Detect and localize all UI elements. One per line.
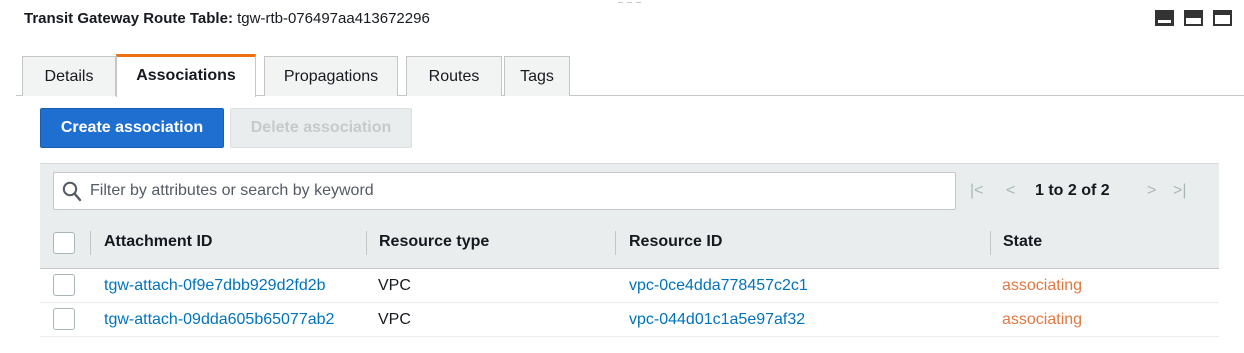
first-page-icon[interactable]: |< (970, 178, 984, 204)
filter-bar: |< < 1 to 2 of 2 > >| (40, 163, 1219, 217)
associations-table: |< < 1 to 2 of 2 > >| Attachment ID Reso… (40, 163, 1219, 337)
resource-type: VPC (378, 311, 411, 328)
layout-top-icon[interactable] (1213, 10, 1232, 26)
create-association-button[interactable]: Create association (40, 108, 224, 148)
resource-id-link[interactable]: vpc-044d01c1a5e97af32 (629, 303, 805, 337)
tab-associations[interactable]: Associations (116, 54, 256, 97)
page-title-label: Transit Gateway Route Table: (24, 10, 233, 27)
delete-association-button: Delete association (230, 108, 412, 148)
search-icon (62, 181, 82, 202)
search-box[interactable] (53, 172, 956, 210)
resize-handle[interactable] (612, 0, 646, 4)
resource-id-link[interactable]: vpc-0ce4dda778457c2c1 (629, 269, 808, 303)
layout-split-icon[interactable] (1184, 10, 1203, 26)
column-header-resource-id[interactable]: Resource ID (629, 217, 722, 269)
row-checkbox[interactable] (53, 274, 75, 296)
table-row[interactable]: tgw-attach-0f9e7dbb929d2fd2b VPC vpc-0ce… (40, 269, 1219, 303)
column-divider (90, 231, 91, 255)
tab-details[interactable]: Details (22, 56, 116, 96)
next-page-icon[interactable]: > (1147, 178, 1156, 204)
column-divider (990, 231, 991, 255)
row-checkbox[interactable] (53, 308, 75, 330)
pagination: |< < 1 to 2 of 2 > >| (970, 178, 1210, 204)
route-table-id: tgw-rtb-076497aa413672296 (237, 10, 430, 27)
tab-routes[interactable]: Routes (406, 56, 502, 96)
tab-tags[interactable]: Tags (504, 56, 570, 96)
state-text: associating (1002, 277, 1083, 294)
layout-full-icon[interactable] (1155, 10, 1174, 26)
tab-bar: Details Associations Propagations Routes… (16, 54, 1244, 97)
attachment-id-link[interactable]: tgw-attach-09dda605b65077ab2 (104, 303, 334, 337)
column-divider (366, 231, 367, 255)
select-all-checkbox[interactable] (53, 232, 75, 254)
column-header-resource-type[interactable]: Resource type (379, 217, 489, 269)
column-header-attachment-id[interactable]: Attachment ID (104, 217, 212, 269)
column-header-state[interactable]: State (1003, 217, 1042, 269)
last-page-icon[interactable]: >| (1173, 178, 1187, 204)
tab-propagations[interactable]: Propagations (264, 56, 398, 96)
search-input[interactable] (88, 177, 938, 205)
prev-page-icon[interactable]: < (1006, 178, 1015, 204)
state-text: associating (1002, 311, 1083, 328)
layout-toggle-group (1155, 10, 1232, 26)
resource-type: VPC (378, 277, 411, 294)
table-header: Attachment ID Resource type Resource ID … (40, 217, 1219, 269)
attachment-id-link[interactable]: tgw-attach-0f9e7dbb929d2fd2b (104, 269, 326, 303)
column-divider (615, 231, 616, 255)
table-row[interactable]: tgw-attach-09dda605b65077ab2 VPC vpc-044… (40, 303, 1219, 337)
page-range-text: 1 to 2 of 2 (1035, 182, 1110, 199)
page-title: Transit Gateway Route Table: tgw-rtb-076… (24, 8, 430, 30)
